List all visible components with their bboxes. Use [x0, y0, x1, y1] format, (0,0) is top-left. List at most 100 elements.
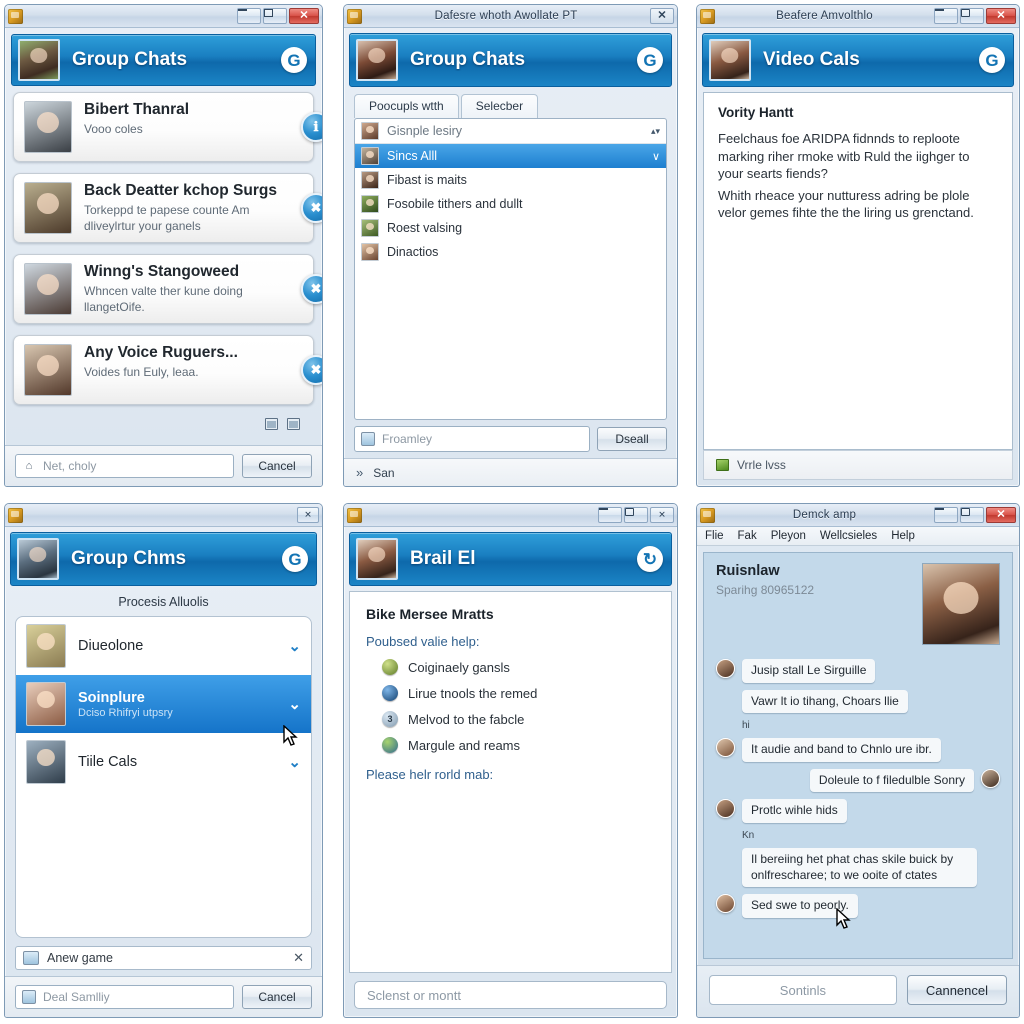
list-item[interactable]: Diueolone ⌄ [16, 617, 311, 675]
video-thumbnail[interactable] [922, 563, 1000, 645]
app-icon [8, 8, 23, 24]
chevron-down-icon[interactable]: ⌄ [288, 753, 301, 771]
deal-input[interactable]: Deal Samlliy [15, 985, 234, 1009]
close-button[interactable]: ✕ [986, 8, 1016, 24]
message-bubble: Sed swe to peorly. [742, 894, 858, 918]
refresh-icon[interactable]: G [637, 47, 663, 73]
minimize-button[interactable] [237, 8, 261, 24]
close-icon[interactable]: ✖ [301, 274, 322, 305]
menu-item-fak[interactable]: Fak [738, 530, 757, 542]
titlebar[interactable]: ✕ [5, 504, 322, 527]
list-item-label: Melvod to the fabcle [408, 711, 525, 727]
message-row: Il bereiing het phat chas skile buick by… [742, 847, 1000, 888]
contact-name: Ruisnlaw [716, 563, 780, 579]
bullet-icon: 3 [382, 711, 398, 727]
panel-header: Video Cals G [702, 33, 1014, 87]
page-title: Group Chms [71, 548, 187, 569]
picture-icon [22, 990, 36, 1004]
list-item: Coiginaely gansls [382, 659, 655, 675]
restore-button[interactable] [960, 8, 984, 24]
menu-bar: Flie Fak Pleyon Wellcsieles Help [697, 527, 1019, 546]
list-item[interactable]: Soinplure Dciso Rhifryi utpsry ⌄ [16, 675, 311, 746]
maximize-button[interactable] [624, 507, 648, 523]
list-item[interactable]: Dinactios [355, 240, 666, 264]
list-item[interactable]: Sincs Alll ∨ [355, 144, 666, 168]
chevron-down-icon[interactable]: ∨ [652, 150, 660, 163]
combo-box[interactable]: Gisnple lesiry ▴▾ [355, 119, 666, 144]
search-input[interactable]: Sclenst or montt [354, 981, 667, 1009]
chat-list: Bibert Thanral Vooo coles ℹ Back Deatter… [5, 92, 322, 445]
titlebar[interactable]: ✕ [5, 5, 322, 28]
forward-icon[interactable]: » [356, 465, 363, 480]
message-input[interactable]: ⌂ Net, choly [15, 454, 234, 478]
list-item-label: Roest valsing [387, 221, 463, 235]
contact-status: Sparihg 80965122 [716, 583, 815, 597]
close-button[interactable]: ✕ [650, 8, 674, 24]
cancel-button[interactable]: Cancel [242, 454, 312, 478]
refresh-icon[interactable]: G [282, 546, 308, 572]
tab-people[interactable]: Poocupls wtth [354, 94, 459, 118]
info-icon[interactable]: ℹ [301, 112, 322, 142]
chevron-down-icon[interactable]: ⌄ [288, 695, 301, 713]
list-item[interactable]: Back Deatter kchop Surgs Torkeppd te pap… [13, 173, 322, 244]
chevron-down-icon[interactable]: ⌄ [288, 637, 301, 655]
list-item[interactable]: Any Voice Ruguers... Voides fun Euly, le… [13, 335, 322, 406]
close-button[interactable]: ✕ [297, 507, 319, 523]
maximize-button[interactable] [263, 8, 287, 24]
close-icon[interactable]: ✖ [301, 355, 322, 386]
list-item[interactable]: Roest valsing [355, 216, 666, 240]
search-input[interactable]: Froamley [354, 426, 590, 452]
titlebar[interactable]: Dafesre whoth Awollate PT ✕ [344, 5, 677, 28]
panel-header: Group Chms G [10, 532, 317, 586]
minimize-button[interactable] [934, 8, 958, 24]
close-icon[interactable]: ✖ [301, 193, 322, 224]
message-bubble: Il bereiing het phat chas skile buick by… [742, 847, 977, 888]
menu-item-pleyon[interactable]: Pleyon [771, 530, 806, 542]
restore-button[interactable] [960, 507, 984, 523]
menu-item-help[interactable]: Help [891, 530, 915, 542]
minimize-button[interactable] [934, 507, 958, 523]
close-button[interactable]: ✕ [650, 507, 674, 523]
minimize-button[interactable] [598, 507, 622, 523]
close-button[interactable]: ✕ [986, 507, 1016, 523]
thumbnail-icon [361, 171, 379, 189]
menu-item-wellcsieles[interactable]: Wellcsieles [820, 530, 877, 542]
list-item[interactable]: Bibert Thanral Vooo coles ℹ [13, 92, 322, 162]
titlebar[interactable]: ✕ [344, 504, 677, 527]
avatar [716, 799, 735, 819]
tab-selector[interactable]: Selecber [460, 94, 539, 118]
footer-bar: Deal Samlliy Cancel [5, 976, 322, 1017]
avatar [26, 624, 66, 668]
list-item[interactable]: Winng's Stangoweed Whncen valte ther kun… [13, 254, 322, 325]
page-title: Group Chats [410, 49, 526, 70]
document-body: Vority Hantt Feelchaus foe ARIDPA fidnnd… [703, 92, 1013, 450]
doc-heading: Vority Hantt [718, 105, 794, 120]
list-item-subtitle: Whncen valte ther kune doing llangetOife… [84, 284, 243, 314]
list-item[interactable]: Fibast is maits [355, 168, 666, 192]
window-icon[interactable] [265, 418, 278, 431]
list-item[interactable]: Tiile Cals ⌄ [16, 733, 311, 791]
panel-5-wrapper: ✕ Brail El ↻ Bike Mersee Mratts Poubsed … [335, 495, 690, 1024]
resize-icon[interactable] [287, 418, 300, 431]
close-button[interactable]: ✕ [289, 8, 319, 24]
clear-icon[interactable]: ✕ [293, 950, 304, 966]
message-input[interactable]: Sontinls [709, 975, 897, 1005]
game-input[interactable]: Anew game ✕ [15, 946, 312, 970]
menu-item-file[interactable]: Flie [705, 530, 724, 542]
titlebar[interactable]: Beafere Amvolthlo ✕ [697, 5, 1019, 28]
cancel-button[interactable]: Cannencel [906, 975, 1007, 1005]
deselect-all-button[interactable]: Dseall [597, 427, 667, 451]
refresh-icon[interactable]: ↻ [637, 546, 663, 572]
window-title: Demck amp [792, 509, 857, 521]
toolbar-icons [13, 416, 314, 435]
refresh-icon[interactable]: G [979, 47, 1005, 73]
titlebar[interactable]: Demck amp ✕ [697, 504, 1019, 527]
app-icon [347, 8, 362, 24]
list-item[interactable]: Fosobile tithers and dullt [355, 192, 666, 216]
picture-icon [23, 951, 39, 965]
spinner-icon[interactable]: ▴▾ [651, 126, 660, 135]
cancel-button[interactable]: Cancel [242, 985, 312, 1009]
bullet-number: 3 [387, 714, 393, 724]
refresh-icon[interactable]: G [281, 47, 307, 73]
thumbnail-icon [361, 195, 379, 213]
